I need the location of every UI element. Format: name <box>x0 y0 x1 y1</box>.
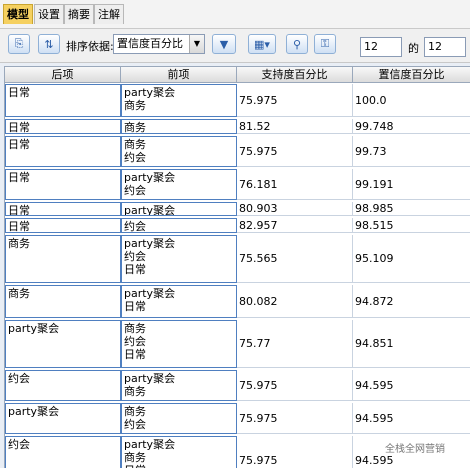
header-consequent[interactable]: 后项 <box>5 67 121 83</box>
confidence-cell[interactable]: 99.191 <box>353 169 470 200</box>
tab-bar: 模型 设置 摘要 注解 <box>0 0 470 29</box>
consequent-cell[interactable]: party聚会 <box>5 403 121 434</box>
consequent-cell[interactable]: 日常 <box>5 169 121 200</box>
tab-model[interactable]: 模型 <box>3 4 33 24</box>
filter-icon[interactable]: ⚲ <box>286 34 308 54</box>
antecedent-cell[interactable]: 商务 约会 日常 <box>121 320 237 368</box>
of-label: 的 <box>408 42 419 55</box>
consequent-cell[interactable]: 日常 <box>5 136 121 167</box>
consequent-cell[interactable]: 商务 <box>5 235 121 283</box>
antecedent-item: 日常 <box>124 300 146 313</box>
antecedent-cell[interactable]: 商务 约会 <box>121 403 237 434</box>
antecedent-item: party聚会 <box>124 372 176 385</box>
columns-icon[interactable]: ▦▾ <box>248 34 276 54</box>
support-cell[interactable]: 81.52 <box>237 119 353 134</box>
support-cell[interactable]: 75.975 <box>237 136 353 167</box>
antecedent-item: 日常 <box>124 263 146 276</box>
consequent-cell[interactable]: 日常 <box>5 84 121 117</box>
antecedent-item: party聚会 <box>124 86 176 99</box>
antecedent-item: party聚会 <box>124 287 176 300</box>
find-icon[interactable]: ⚿ <box>314 34 336 54</box>
support-cell[interactable]: 82.957 <box>237 218 353 233</box>
support-cell[interactable]: 75.975 <box>237 403 353 434</box>
header-antecedent[interactable]: 前项 <box>121 67 237 83</box>
antecedent-item: 约会 <box>124 335 146 348</box>
support-cell[interactable]: 75.975 <box>237 84 353 117</box>
support-cell[interactable]: 80.082 <box>237 285 353 318</box>
antecedent-item: 商务 <box>124 99 146 112</box>
sort-select-value: 置信度百分比 <box>117 37 183 50</box>
confidence-cell[interactable]: 100.0 <box>353 84 470 117</box>
consequent-cell[interactable]: 日常 <box>5 218 121 233</box>
support-cell[interactable]: 80.903 <box>237 202 353 216</box>
chevron-down-icon[interactable]: ▼ <box>189 35 204 53</box>
confidence-cell[interactable]: 94.872 <box>353 285 470 318</box>
consequent-cell[interactable]: 约会 <box>5 436 121 468</box>
antecedent-item: 约会 <box>124 151 146 164</box>
dropdown-button[interactable]: ▼ <box>212 34 236 54</box>
antecedent-item: 约会 <box>124 418 146 431</box>
sort-order-icon[interactable]: ⇅ <box>38 34 60 54</box>
confidence-cell[interactable]: 94.595 <box>353 370 470 401</box>
antecedent-cell[interactable]: party聚会 <box>121 202 237 216</box>
antecedent-item: 约会 <box>124 220 146 233</box>
confidence-cell[interactable]: 99.748 <box>353 119 470 134</box>
header-support[interactable]: 支持度百分比 <box>237 67 353 83</box>
antecedent-item: 商务 <box>124 451 146 464</box>
page-total-field: 12 <box>424 37 466 57</box>
confidence-cell[interactable]: 94.851 <box>353 320 470 368</box>
support-cell[interactable]: 75.565 <box>237 235 353 283</box>
consequent-cell[interactable]: party聚会 <box>5 320 121 368</box>
antecedent-item: 商务 <box>124 121 146 134</box>
watermark: 全栈全网营销 <box>385 444 445 455</box>
confidence-cell[interactable]: 95.109 <box>353 235 470 283</box>
antecedent-cell[interactable]: 约会 <box>121 218 237 233</box>
antecedent-cell[interactable]: party聚会商务日常 <box>121 436 237 468</box>
antecedent-item: 商务 <box>124 322 146 335</box>
antecedent-item: party聚会 <box>124 171 176 184</box>
copy-icon[interactable]: ⎘ <box>8 34 30 54</box>
header-confidence[interactable]: 置信度百分比 <box>353 67 470 83</box>
antecedent-cell[interactable]: 商务 约会 <box>121 136 237 167</box>
antecedent-item: 约会 <box>124 184 146 197</box>
rules-table[interactable]: 后项 前项 支持度百分比 置信度百分比 日常 party聚会 商务 75.975 100… <box>4 66 470 468</box>
antecedent-item: party聚会 <box>124 237 176 250</box>
antecedent-item: party聚会 <box>124 204 176 216</box>
consequent-cell[interactable]: 日常 <box>5 119 121 134</box>
antecedent-cell[interactable]: party聚会 约会 <box>121 169 237 200</box>
consequent-cell[interactable]: 商务 <box>5 285 121 318</box>
tab-annotations[interactable]: 注解 <box>94 4 124 24</box>
confidence-cell[interactable]: 99.73 <box>353 136 470 167</box>
antecedent-item: party聚会 <box>124 438 176 451</box>
antecedent-cell[interactable]: party聚会 商务 <box>121 370 237 401</box>
antecedent-item: 商务 <box>124 385 146 398</box>
toolbar: ⎘ ⇅ 排序依据: 置信度百分比 ▼ ▼ ▦▾ ⚲ ⚿ 12 的 12 <box>0 29 470 63</box>
confidence-cell[interactable]: 98.985 <box>353 202 470 216</box>
antecedent-cell[interactable]: party聚会 商务 <box>121 84 237 117</box>
consequent-cell[interactable]: 约会 <box>5 370 121 401</box>
tab-settings[interactable]: 设置 <box>34 4 64 24</box>
antecedent-item: 日常 <box>124 464 234 468</box>
consequent-cell[interactable]: 日常 <box>5 202 121 216</box>
support-cell[interactable]: 75.975 <box>237 370 353 401</box>
support-cell[interactable]: 75.975 <box>237 436 353 468</box>
antecedent-item: 商务 <box>124 138 146 151</box>
antecedent-cell[interactable]: party聚会 日常 <box>121 285 237 318</box>
confidence-cell[interactable]: 94.595 <box>353 403 470 434</box>
antecedent-item: 日常 <box>124 348 146 361</box>
antecedent-cell[interactable]: 商务 <box>121 119 237 134</box>
support-cell[interactable]: 76.181 <box>237 169 353 200</box>
sort-select[interactable]: 置信度百分比 ▼ <box>113 34 205 54</box>
sort-label: 排序依据: <box>66 40 114 53</box>
page-current-field[interactable]: 12 <box>360 37 402 57</box>
confidence-cell[interactable]: 98.515 <box>353 218 470 233</box>
support-cell[interactable]: 75.77 <box>237 320 353 368</box>
antecedent-item: 约会 <box>124 250 146 263</box>
tab-summary[interactable]: 摘要 <box>64 4 94 24</box>
antecedent-item: 商务 <box>124 405 146 418</box>
antecedent-cell[interactable]: party聚会 约会 日常 <box>121 235 237 283</box>
